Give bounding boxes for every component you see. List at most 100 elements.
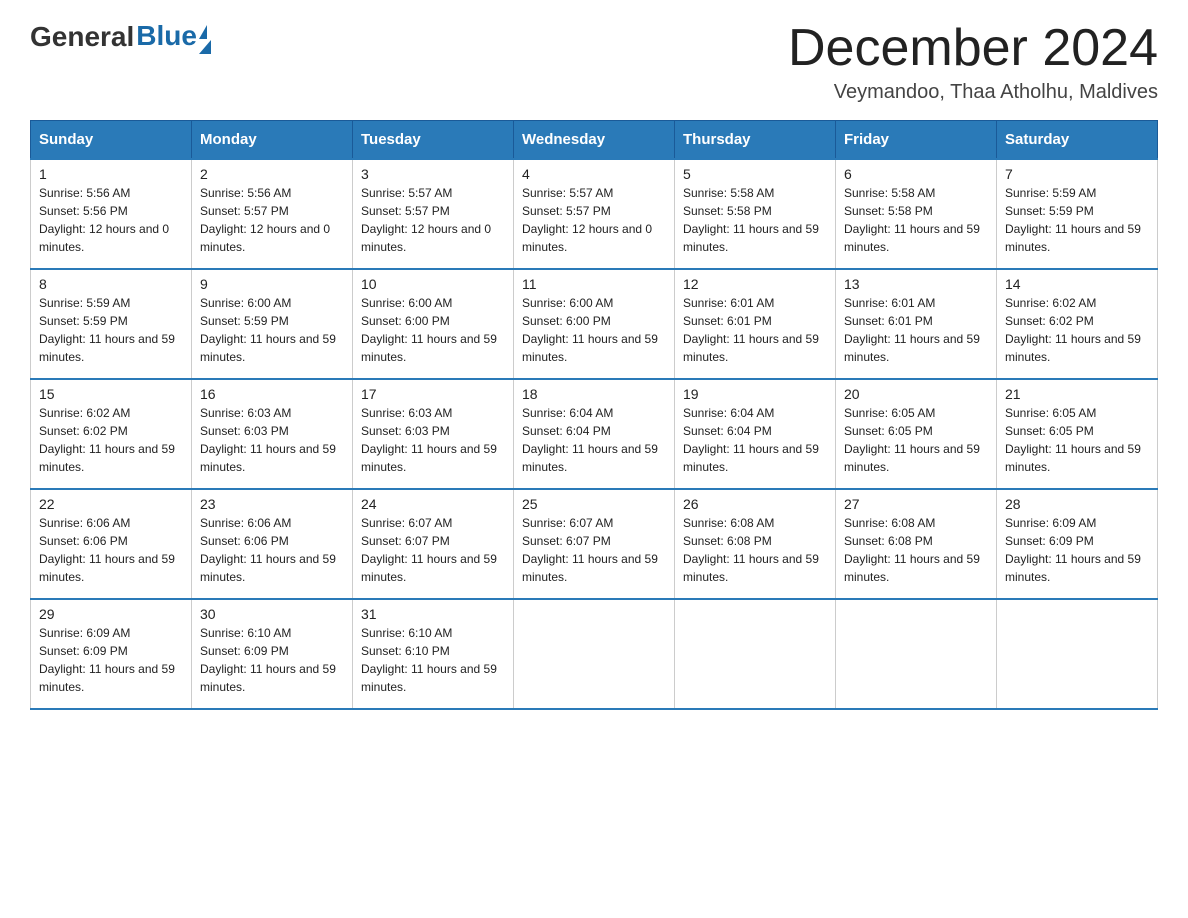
day-cell — [514, 599, 675, 709]
day-number: 5 — [683, 166, 827, 182]
day-cell: 31 Sunrise: 6:10 AMSunset: 6:10 PMDayligh… — [353, 599, 514, 709]
day-cell: 3Sunrise: 5:57 AMSunset: 5:57 PMDaylight… — [353, 159, 514, 269]
day-info: Sunrise: 6:10 AMSunset: 6:10 PMDaylight:… — [361, 624, 505, 696]
day-number: 11 — [522, 276, 666, 292]
day-number: 3 — [361, 166, 505, 182]
calendar-body: 1Sunrise: 5:56 AMSunset: 5:56 PMDaylight… — [31, 159, 1158, 709]
day-info: Sunrise: 6:06 AMSunset: 6:06 PMDaylight:… — [200, 514, 344, 586]
day-cell: 29 Sunrise: 6:09 AMSunset: 6:09 PMDayligh… — [31, 599, 192, 709]
day-number: 2 — [200, 166, 344, 182]
day-info: Sunrise: 6:02 AMSunset: 6:02 PMDaylight:… — [39, 404, 183, 476]
day-cell: 8 Sunrise: 5:59 AMSunset: 5:59 PMDaylight… — [31, 269, 192, 379]
day-cell — [836, 599, 997, 709]
day-cell: 6 Sunrise: 5:58 AMSunset: 5:58 PMDaylight… — [836, 159, 997, 269]
day-number: 26 — [683, 496, 827, 512]
week-row-1: 1Sunrise: 5:56 AMSunset: 5:56 PMDaylight… — [31, 159, 1158, 269]
day-info: Sunrise: 6:05 AMSunset: 6:05 PMDaylight:… — [844, 404, 988, 476]
day-cell: 12Sunrise: 6:01 AMSunset: 6:01 PMDayligh… — [675, 269, 836, 379]
day-cell: 21Sunrise: 6:05 AMSunset: 6:05 PMDayligh… — [997, 379, 1158, 489]
day-info: Sunrise: 6:04 AMSunset: 6:04 PMDaylight:… — [522, 404, 666, 476]
day-cell: 23Sunrise: 6:06 AMSunset: 6:06 PMDayligh… — [192, 489, 353, 599]
month-title: December 2024 — [788, 20, 1158, 77]
day-info: Sunrise: 6:00 AMSunset: 6:00 PMDaylight:… — [522, 294, 666, 366]
day-number: 4 — [522, 166, 666, 182]
calendar-table: SundayMondayTuesdayWednesdayThursdayFrid… — [30, 120, 1158, 710]
day-number: 17 — [361, 386, 505, 402]
day-cell: 20 Sunrise: 6:05 AMSunset: 6:05 PMDayligh… — [836, 379, 997, 489]
day-info: Sunrise: 6:07 AMSunset: 6:07 PMDaylight:… — [522, 514, 666, 586]
day-info: Sunrise: 6:04 AMSunset: 6:04 PMDaylight:… — [683, 404, 827, 476]
day-cell: 11 Sunrise: 6:00 AMSunset: 6:00 PMDayligh… — [514, 269, 675, 379]
day-cell: 30 Sunrise: 6:10 AMSunset: 6:09 PMDayligh… — [192, 599, 353, 709]
day-number: 10 — [361, 276, 505, 292]
day-info: Sunrise: 6:08 AMSunset: 6:08 PMDaylight:… — [683, 514, 827, 586]
day-number: 28 — [1005, 496, 1149, 512]
day-number: 19 — [683, 386, 827, 402]
day-cell: 18Sunrise: 6:04 AMSunset: 6:04 PMDayligh… — [514, 379, 675, 489]
logo: General Blue — [30, 20, 211, 54]
day-number: 6 — [844, 166, 988, 182]
col-header-saturday: Saturday — [997, 121, 1158, 160]
day-info: Sunrise: 5:59 AMSunset: 5:59 PMDaylight:… — [39, 294, 183, 366]
logo-general-text: General — [30, 21, 134, 53]
day-cell: 1Sunrise: 5:56 AMSunset: 5:56 PMDaylight… — [31, 159, 192, 269]
week-row-3: 15 Sunrise: 6:02 AMSunset: 6:02 PMDayligh… — [31, 379, 1158, 489]
day-cell: 15 Sunrise: 6:02 AMSunset: 6:02 PMDayligh… — [31, 379, 192, 489]
day-number: 8 — [39, 276, 183, 292]
day-info: Sunrise: 6:00 AMSunset: 6:00 PMDaylight:… — [361, 294, 505, 366]
day-number: 9 — [200, 276, 344, 292]
day-info: Sunrise: 6:06 AMSunset: 6:06 PMDaylight:… — [39, 514, 183, 586]
day-info: Sunrise: 6:03 AMSunset: 6:03 PMDaylight:… — [361, 404, 505, 476]
day-info: Sunrise: 6:10 AMSunset: 6:09 PMDaylight:… — [200, 624, 344, 696]
col-header-tuesday: Tuesday — [353, 121, 514, 160]
day-info: Sunrise: 6:03 AMSunset: 6:03 PMDaylight:… — [200, 404, 344, 476]
week-row-5: 29 Sunrise: 6:09 AMSunset: 6:09 PMDayligh… — [31, 599, 1158, 709]
title-section: December 2024 Veymandoo, Thaa Atholhu, M… — [788, 20, 1158, 104]
header-row: SundayMondayTuesdayWednesdayThursdayFrid… — [31, 121, 1158, 160]
day-number: 24 — [361, 496, 505, 512]
page-header: General Blue December 2024 Veymandoo, Th… — [30, 20, 1158, 104]
week-row-4: 22 Sunrise: 6:06 AMSunset: 6:06 PMDayligh… — [31, 489, 1158, 599]
day-number: 31 — [361, 606, 505, 622]
col-header-sunday: Sunday — [31, 121, 192, 160]
day-number: 21 — [1005, 386, 1149, 402]
day-number: 14 — [1005, 276, 1149, 292]
day-number: 13 — [844, 276, 988, 292]
day-info: Sunrise: 6:01 AMSunset: 6:01 PMDaylight:… — [844, 294, 988, 366]
day-info: Sunrise: 6:02 AMSunset: 6:02 PMDaylight:… — [1005, 294, 1149, 366]
day-cell: 27Sunrise: 6:08 AMSunset: 6:08 PMDayligh… — [836, 489, 997, 599]
day-cell: 22 Sunrise: 6:06 AMSunset: 6:06 PMDayligh… — [31, 489, 192, 599]
day-number: 22 — [39, 496, 183, 512]
location-subtitle: Veymandoo, Thaa Atholhu, Maldives — [788, 81, 1158, 104]
day-info: Sunrise: 5:58 AMSunset: 5:58 PMDaylight:… — [844, 184, 988, 256]
day-cell: 2Sunrise: 5:56 AMSunset: 5:57 PMDaylight… — [192, 159, 353, 269]
day-number: 30 — [200, 606, 344, 622]
day-cell: 26 Sunrise: 6:08 AMSunset: 6:08 PMDayligh… — [675, 489, 836, 599]
day-number: 20 — [844, 386, 988, 402]
day-cell: 16Sunrise: 6:03 AMSunset: 6:03 PMDayligh… — [192, 379, 353, 489]
logo-blue-part: Blue — [136, 20, 211, 54]
day-cell: 24 Sunrise: 6:07 AMSunset: 6:07 PMDayligh… — [353, 489, 514, 599]
day-cell: 17 Sunrise: 6:03 AMSunset: 6:03 PMDayligh… — [353, 379, 514, 489]
day-cell — [675, 599, 836, 709]
logo-blue-text: Blue — [136, 20, 197, 52]
day-cell — [997, 599, 1158, 709]
day-cell: 14 Sunrise: 6:02 AMSunset: 6:02 PMDayligh… — [997, 269, 1158, 379]
day-info: Sunrise: 6:09 AMSunset: 6:09 PMDaylight:… — [39, 624, 183, 696]
day-cell: 7 Sunrise: 5:59 AMSunset: 5:59 PMDaylight… — [997, 159, 1158, 269]
day-cell: 10 Sunrise: 6:00 AMSunset: 6:00 PMDayligh… — [353, 269, 514, 379]
day-number: 7 — [1005, 166, 1149, 182]
day-info: Sunrise: 6:00 AMSunset: 5:59 PMDaylight:… — [200, 294, 344, 366]
day-cell: 4Sunrise: 5:57 AMSunset: 5:57 PMDaylight… — [514, 159, 675, 269]
day-number: 12 — [683, 276, 827, 292]
col-header-friday: Friday — [836, 121, 997, 160]
day-number: 15 — [39, 386, 183, 402]
day-info: Sunrise: 5:59 AMSunset: 5:59 PMDaylight:… — [1005, 184, 1149, 256]
day-cell: 13 Sunrise: 6:01 AMSunset: 6:01 PMDayligh… — [836, 269, 997, 379]
day-info: Sunrise: 5:58 AMSunset: 5:58 PMDaylight:… — [683, 184, 827, 256]
day-info: Sunrise: 5:56 AMSunset: 5:56 PMDaylight:… — [39, 184, 183, 256]
day-info: Sunrise: 6:07 AMSunset: 6:07 PMDaylight:… — [361, 514, 505, 586]
day-number: 29 — [39, 606, 183, 622]
week-row-2: 8 Sunrise: 5:59 AMSunset: 5:59 PMDaylight… — [31, 269, 1158, 379]
calendar-header: SundayMondayTuesdayWednesdayThursdayFrid… — [31, 121, 1158, 160]
